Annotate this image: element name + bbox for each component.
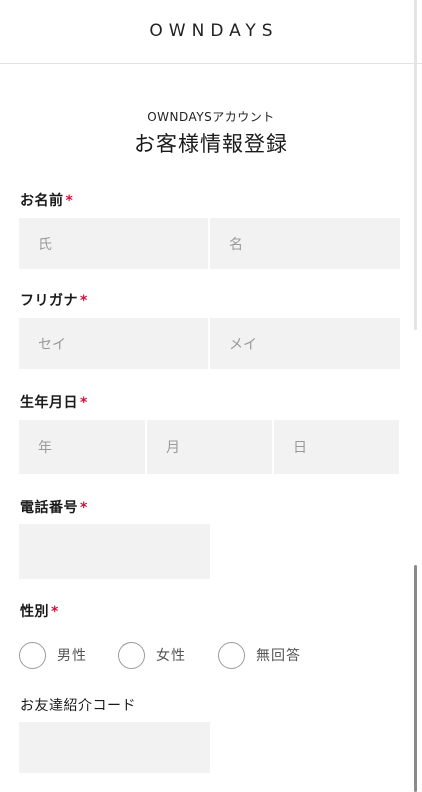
required-mark: *: [80, 395, 88, 411]
owndays-logo[interactable]: OWNDAYS: [0, 21, 422, 41]
first-name-placeholder: 名: [229, 237, 243, 253]
gender-radio-no-answer[interactable]: 無回答: [218, 641, 301, 669]
name-label-text: お名前: [20, 193, 64, 209]
referral-code-input[interactable]: [19, 722, 210, 773]
first-name-input[interactable]: 名: [210, 218, 400, 269]
kana-label-text: フリガナ: [20, 293, 78, 309]
last-kana-input[interactable]: セイ: [19, 318, 208, 369]
referral-label-text: お友達紹介コード: [20, 698, 136, 714]
kana-label: フリガナ *: [20, 290, 88, 310]
last-name-input[interactable]: 氏: [19, 218, 208, 269]
radio-circle-icon[interactable]: [118, 641, 145, 669]
gender-label-text: 性別: [20, 604, 49, 620]
first-kana-placeholder: メイ: [229, 337, 257, 353]
page-title: お客様情報登録: [134, 132, 288, 156]
name-label: お名前 *: [20, 190, 73, 210]
birthdate-label-text: 生年月日: [20, 395, 78, 411]
gender-option-label: 無回答: [256, 648, 301, 664]
required-mark: *: [65, 193, 74, 209]
kana-field-group: セイ メイ: [19, 318, 400, 369]
birth-day-placeholder: 日: [293, 440, 307, 456]
gender-radio-male[interactable]: 男性: [19, 641, 87, 669]
phone-label-text: 電話番号: [20, 500, 78, 516]
gender-label: 性別 *: [20, 601, 59, 621]
gender-option-label: 女性: [156, 648, 186, 664]
birth-day-select[interactable]: 日: [274, 420, 399, 474]
first-kana-input[interactable]: メイ: [210, 318, 400, 369]
required-mark: *: [51, 604, 59, 620]
birthdate-label: 生年月日 *: [20, 392, 88, 412]
account-subtitle: OWNDAYSアカウント: [147, 110, 275, 124]
required-mark: *: [80, 500, 88, 516]
birth-month-select[interactable]: 月: [147, 420, 272, 474]
last-name-placeholder: 氏: [38, 237, 52, 253]
scrollbar-thumb[interactable]: [414, 565, 417, 792]
birth-year-placeholder: 年: [38, 440, 52, 456]
site-header: OWNDAYS: [0, 0, 422, 64]
gender-option-label: 男性: [57, 648, 87, 664]
name-field-group: 氏 名: [19, 218, 400, 269]
birthdate-field-group: 年 月 日: [19, 420, 399, 474]
referral-label: お友達紹介コード: [20, 695, 136, 715]
last-kana-placeholder: セイ: [38, 337, 66, 353]
gender-radio-female[interactable]: 女性: [118, 641, 186, 669]
phone-label: 電話番号 *: [20, 497, 88, 517]
radio-circle-icon[interactable]: [218, 641, 245, 669]
scrollbar-track[interactable]: [414, 0, 417, 330]
birth-year-select[interactable]: 年: [19, 420, 145, 474]
birth-month-placeholder: 月: [166, 440, 180, 456]
phone-input[interactable]: [19, 524, 210, 579]
required-mark: *: [80, 293, 88, 309]
radio-circle-icon[interactable]: [19, 641, 46, 669]
